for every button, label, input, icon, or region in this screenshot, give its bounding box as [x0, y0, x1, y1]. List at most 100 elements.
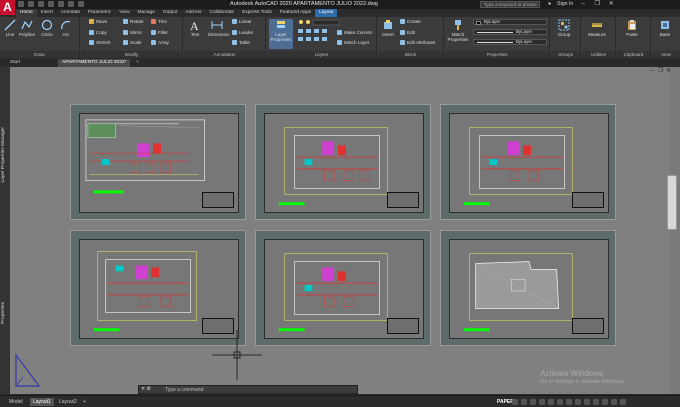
- copy-button[interactable]: Copy: [89, 29, 107, 36]
- tab-annotate[interactable]: Annotate: [57, 9, 84, 17]
- array-button[interactable]: Array: [151, 39, 169, 46]
- layout-sheet[interactable]: [255, 104, 431, 220]
- ortho-icon[interactable]: [530, 399, 536, 405]
- polar-icon[interactable]: [539, 399, 545, 405]
- plot-icon[interactable]: [58, 1, 64, 7]
- trim-button[interactable]: Trim: [151, 18, 167, 25]
- restore-drawing-icon[interactable]: ❐: [658, 68, 663, 74]
- redo-icon[interactable]: [78, 1, 84, 7]
- view-panel-title[interactable]: View: [652, 51, 680, 58]
- create-block-button[interactable]: Create: [400, 18, 421, 25]
- layout-sheet[interactable]: [440, 230, 616, 346]
- tab-output[interactable]: Output: [159, 9, 181, 17]
- edit-block-button[interactable]: Edit: [400, 29, 415, 36]
- layers-panel-title[interactable]: Layers: [267, 51, 376, 58]
- layer-properties-button[interactable]: Layer Properties: [269, 19, 293, 49]
- lineweight-icon[interactable]: [557, 399, 563, 405]
- restore-icon[interactable]: ❐: [593, 1, 601, 7]
- viewport[interactable]: [79, 239, 239, 339]
- paste-button[interactable]: Paste: [623, 19, 641, 37]
- layer-tools-icon[interactable]: [297, 19, 341, 45]
- tab-layout2[interactable]: Layout2: [56, 398, 80, 406]
- tab-featured-apps[interactable]: Featured Apps: [276, 9, 315, 17]
- tab-home[interactable]: Home: [16, 9, 37, 17]
- sign-in-link[interactable]: Sign In: [557, 1, 573, 7]
- color-dropdown[interactable]: ByLayer: [473, 19, 547, 25]
- arc-button[interactable]: Arc: [57, 19, 75, 37]
- edit-attributes-button[interactable]: Edit Attributes: [400, 39, 435, 46]
- viewport[interactable]: [79, 113, 239, 213]
- fillet-button[interactable]: Fillet: [151, 29, 168, 36]
- tab-view[interactable]: View: [115, 9, 133, 17]
- linear-dropdown[interactable]: Linear: [232, 18, 252, 25]
- layout-sheet[interactable]: [255, 230, 431, 346]
- tab-collaborate[interactable]: Collaborate: [206, 9, 239, 17]
- line-button[interactable]: Line: [1, 19, 19, 37]
- navigation-bar[interactable]: [667, 175, 677, 230]
- drawing-canvas[interactable]: [10, 67, 670, 394]
- circle-button[interactable]: Circle: [38, 19, 56, 37]
- polyline-button[interactable]: Polyline: [18, 19, 36, 37]
- isolate-icon[interactable]: [593, 399, 599, 405]
- customization-menu-icon[interactable]: [620, 399, 626, 405]
- tab-parametric[interactable]: Parametric: [84, 9, 115, 17]
- leader-dropdown[interactable]: Leader: [232, 29, 253, 36]
- save-as-icon[interactable]: [48, 1, 54, 7]
- tab-express-tools[interactable]: Express Tools: [238, 9, 276, 17]
- properties-palette-tab[interactable]: Properties: [1, 302, 6, 324]
- dimension-button[interactable]: Dimension: [208, 19, 230, 37]
- lineweight-dropdown[interactable]: ByLayer: [473, 39, 547, 45]
- workspace-gear-icon[interactable]: [584, 399, 590, 405]
- selection-cycling-icon[interactable]: [566, 399, 572, 405]
- command-line-options[interactable]: ✕ ⚙: [141, 386, 161, 393]
- text-button[interactable]: A Text: [186, 19, 204, 37]
- stretch-button[interactable]: Stretch: [89, 39, 111, 46]
- clean-screen-icon[interactable]: [611, 399, 617, 405]
- autocad-logo[interactable]: A: [0, 0, 15, 15]
- command-line[interactable]: ✕ ⚙ Type a command: [138, 385, 358, 394]
- add-layout-button[interactable]: +: [80, 398, 89, 406]
- group-button[interactable]: Group: [555, 19, 573, 37]
- hardware-acceleration-icon[interactable]: [602, 399, 608, 405]
- tab-manage[interactable]: Manage: [134, 9, 159, 17]
- utilities-panel-title[interactable]: Utilities: [582, 51, 615, 58]
- match-properties-button[interactable]: Match Properties: [446, 19, 470, 42]
- layout-sheet[interactable]: [70, 230, 246, 346]
- layer-properties-palette-tab[interactable]: Layer Properties Manager: [1, 127, 6, 182]
- snap-icon[interactable]: [521, 399, 527, 405]
- tab-document[interactable]: APARTAMENTO JULIO 2022*: [58, 59, 130, 67]
- minimize-icon[interactable]: –: [579, 1, 587, 7]
- move-button[interactable]: Move: [89, 18, 107, 25]
- scale-button[interactable]: Scale: [123, 39, 142, 46]
- annotation-scale-icon[interactable]: [575, 399, 581, 405]
- tab-add-ins[interactable]: Add-ins: [181, 9, 205, 17]
- command-input[interactable]: Type a command: [165, 387, 355, 393]
- make-current-button[interactable]: Make Current: [337, 29, 372, 36]
- osnap-icon[interactable]: [548, 399, 554, 405]
- tab-layout[interactable]: Layout: [315, 9, 338, 17]
- tab-model[interactable]: Model: [6, 398, 26, 406]
- new-tab-button[interactable]: +: [134, 59, 144, 67]
- grid-icon[interactable]: [512, 399, 518, 405]
- draw-panel-title[interactable]: Draw: [0, 51, 79, 58]
- new-icon[interactable]: [18, 1, 24, 7]
- rotate-button[interactable]: Rotate: [123, 18, 144, 25]
- tab-layout1[interactable]: Layout1: [30, 398, 54, 406]
- tab-insert[interactable]: Insert: [37, 9, 57, 17]
- layout-sheet[interactable]: [70, 104, 246, 220]
- block-panel-title[interactable]: Block: [378, 51, 443, 58]
- minimize-drawing-icon[interactable]: –: [650, 68, 655, 74]
- viewport[interactable]: [449, 239, 609, 339]
- open-icon[interactable]: [28, 1, 34, 7]
- properties-panel-title[interactable]: Properties: [445, 51, 549, 58]
- table-button[interactable]: Table: [232, 39, 250, 46]
- measure-button[interactable]: Measure: [588, 19, 606, 37]
- insert-button[interactable]: Insert: [379, 19, 397, 37]
- user-icon[interactable]: ●: [548, 1, 551, 7]
- mirror-button[interactable]: Mirror: [123, 29, 142, 36]
- groups-panel-title[interactable]: Groups: [551, 51, 580, 58]
- match-layer-button[interactable]: Match Layer: [337, 39, 369, 46]
- undo-icon[interactable]: [68, 1, 74, 7]
- annotation-panel-title[interactable]: Annotation: [184, 51, 265, 58]
- close-icon[interactable]: ✕: [607, 1, 615, 7]
